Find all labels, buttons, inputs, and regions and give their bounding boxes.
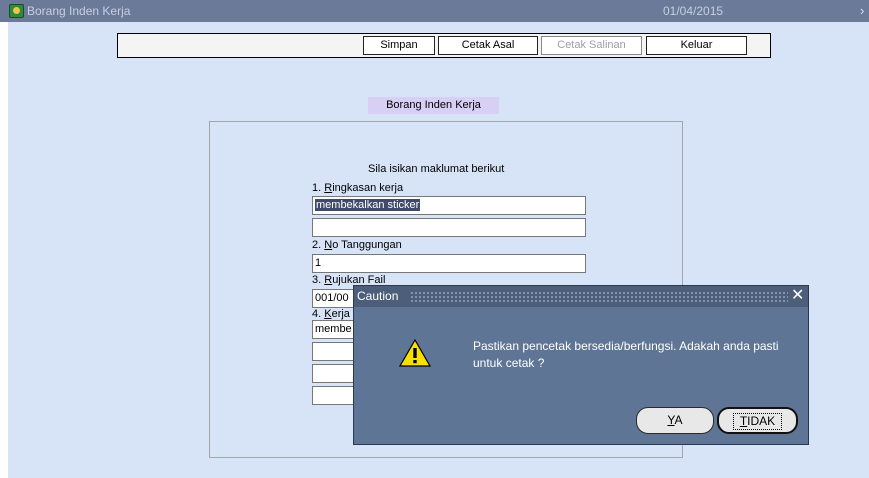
label-text: o Tanggungan [332,239,402,251]
tidak-button[interactable]: TIDAK [717,407,798,434]
ya-button[interactable]: YA [636,407,714,434]
caution-dialog: Caution ✕ Pastikan pencetak bersedia/ber… [353,285,809,445]
cetak-asal-button[interactable]: Cetak Asal [438,36,538,55]
label-number: 4. [312,308,325,320]
label-number: 1. [312,182,325,194]
cetak-salinan-button: Cetak Salinan [541,36,642,55]
window-date: 01/04/2015 [663,4,724,18]
close-icon[interactable]: ✕ [791,287,804,305]
label-access-key: K [324,308,332,320]
dialog-message: Pastikan pencetak bersedia/berfungsi. Ad… [473,339,779,370]
label-number: 2. [312,239,325,251]
form-instruction: Sila isikan maklumat berikut [368,163,505,175]
form-app-icon [9,4,24,18]
window-title: Borang Inden Kerja [27,4,131,18]
simpan-button[interactable]: Simpan [363,36,435,55]
button-label: IDAK [747,414,776,428]
field-label-ringkasan-kerja: 1. Ringkasan kerja [312,182,403,194]
button-access-key: Y [667,413,675,427]
chevron-right-icon[interactable]: › [860,3,864,18]
label-number: 3. [312,274,325,286]
selected-text: membekalkan sticker [315,199,421,211]
warning-icon [398,338,432,370]
no-tanggungan-input[interactable]: 1 [312,254,586,273]
button-label: A [674,413,683,427]
ringkasan-kerja-input-2[interactable] [312,218,586,237]
dialog-drag-grip[interactable] [410,291,788,302]
form-heading: Borang Inden Kerja [368,97,499,114]
label-access-key: N [324,239,333,251]
dialog-titlebar[interactable]: Caution ✕ [354,286,808,307]
dialog-title: Caution [357,289,399,303]
window-titlebar: Borang Inden Kerja 01/04/2015 › [0,0,869,22]
toolbar: Simpan Cetak Asal Cetak Salinan Keluar [117,33,771,58]
label-access-key: R [324,182,333,194]
field-label-no-tanggungan: 2. No Tanggungan [312,239,402,251]
keluar-button[interactable]: Keluar [646,36,747,55]
focus-ring: TIDAK [732,413,783,430]
ringkasan-kerja-input-1[interactable]: membekalkan sticker [312,196,586,215]
label-text: ingkasan kerja [332,182,404,194]
label-access-key: R [324,274,333,286]
